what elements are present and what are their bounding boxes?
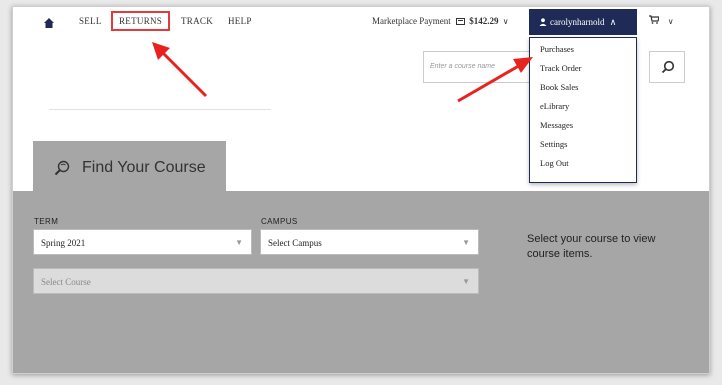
cart-icon [649,15,660,24]
chevron-down-icon: ▼ [462,277,470,286]
search-icon [661,60,675,74]
campus-label: CAMPUS [261,217,298,226]
person-icon [539,18,547,26]
campus-select[interactable]: Select Campus ▼ [260,229,479,255]
chevron-down-icon: ∨ [502,17,509,26]
menu-item-book-sales[interactable]: Book Sales [540,81,636,100]
nav-sell[interactable]: SELL [79,16,102,26]
user-dropdown-menu: Purchases Track Order Book Sales eLibrar… [529,37,637,183]
chevron-up-icon: ∧ [609,17,617,27]
menu-item-settings[interactable]: Settings [540,138,636,157]
home-icon[interactable] [43,17,55,29]
nav-returns[interactable]: RETURNS [111,11,171,31]
nav-help[interactable]: HELP [228,16,252,26]
campus-value: Select Campus [268,238,322,248]
term-select[interactable]: Spring 2021 ▼ [33,229,252,255]
cart-chevron-icon: ∨ [667,17,674,26]
course-select[interactable]: Select Course ▼ [33,268,479,294]
menu-item-track-order[interactable]: Track Order [540,62,636,81]
find-course-search-icon [54,160,70,176]
chevron-down-icon: ▼ [235,238,243,247]
find-course-tab[interactable]: Find Your Course [33,141,226,192]
divider [49,109,271,110]
term-value: Spring 2021 [41,238,86,248]
search-input[interactable]: Enter a course name [423,51,545,83]
menu-item-purchases[interactable]: Purchases [540,43,636,62]
menu-item-elibrary[interactable]: eLibrary [540,100,636,119]
user-menu-button[interactable]: carolynharnold ∧ [529,9,637,35]
course-value: Select Course [41,277,91,287]
marketplace-amount: $142.29 [469,16,499,26]
side-message: Select your course to view course items. [527,233,656,260]
nav-track[interactable]: TRACK [181,16,213,26]
marketplace-payment[interactable]: Marketplace Payment $142.29 ∨ [372,16,509,26]
wallet-icon [455,18,465,25]
term-label: TERM [34,217,59,226]
cart-button[interactable]: ∨ [649,15,674,27]
menu-item-log-out[interactable]: Log Out [540,157,636,176]
chevron-down-icon: ▼ [462,238,470,247]
search-button[interactable] [649,51,685,83]
username: carolynharnold [550,17,605,27]
browser-frame: SELL RETURNS TRACK HELP Marketplace Paym… [12,6,710,374]
top-nav: SELL RETURNS TRACK HELP Marketplace Paym… [13,7,709,37]
menu-item-messages[interactable]: Messages [540,119,636,138]
find-course-title: Find Your Course [82,159,206,176]
marketplace-label: Marketplace Payment [372,16,451,26]
